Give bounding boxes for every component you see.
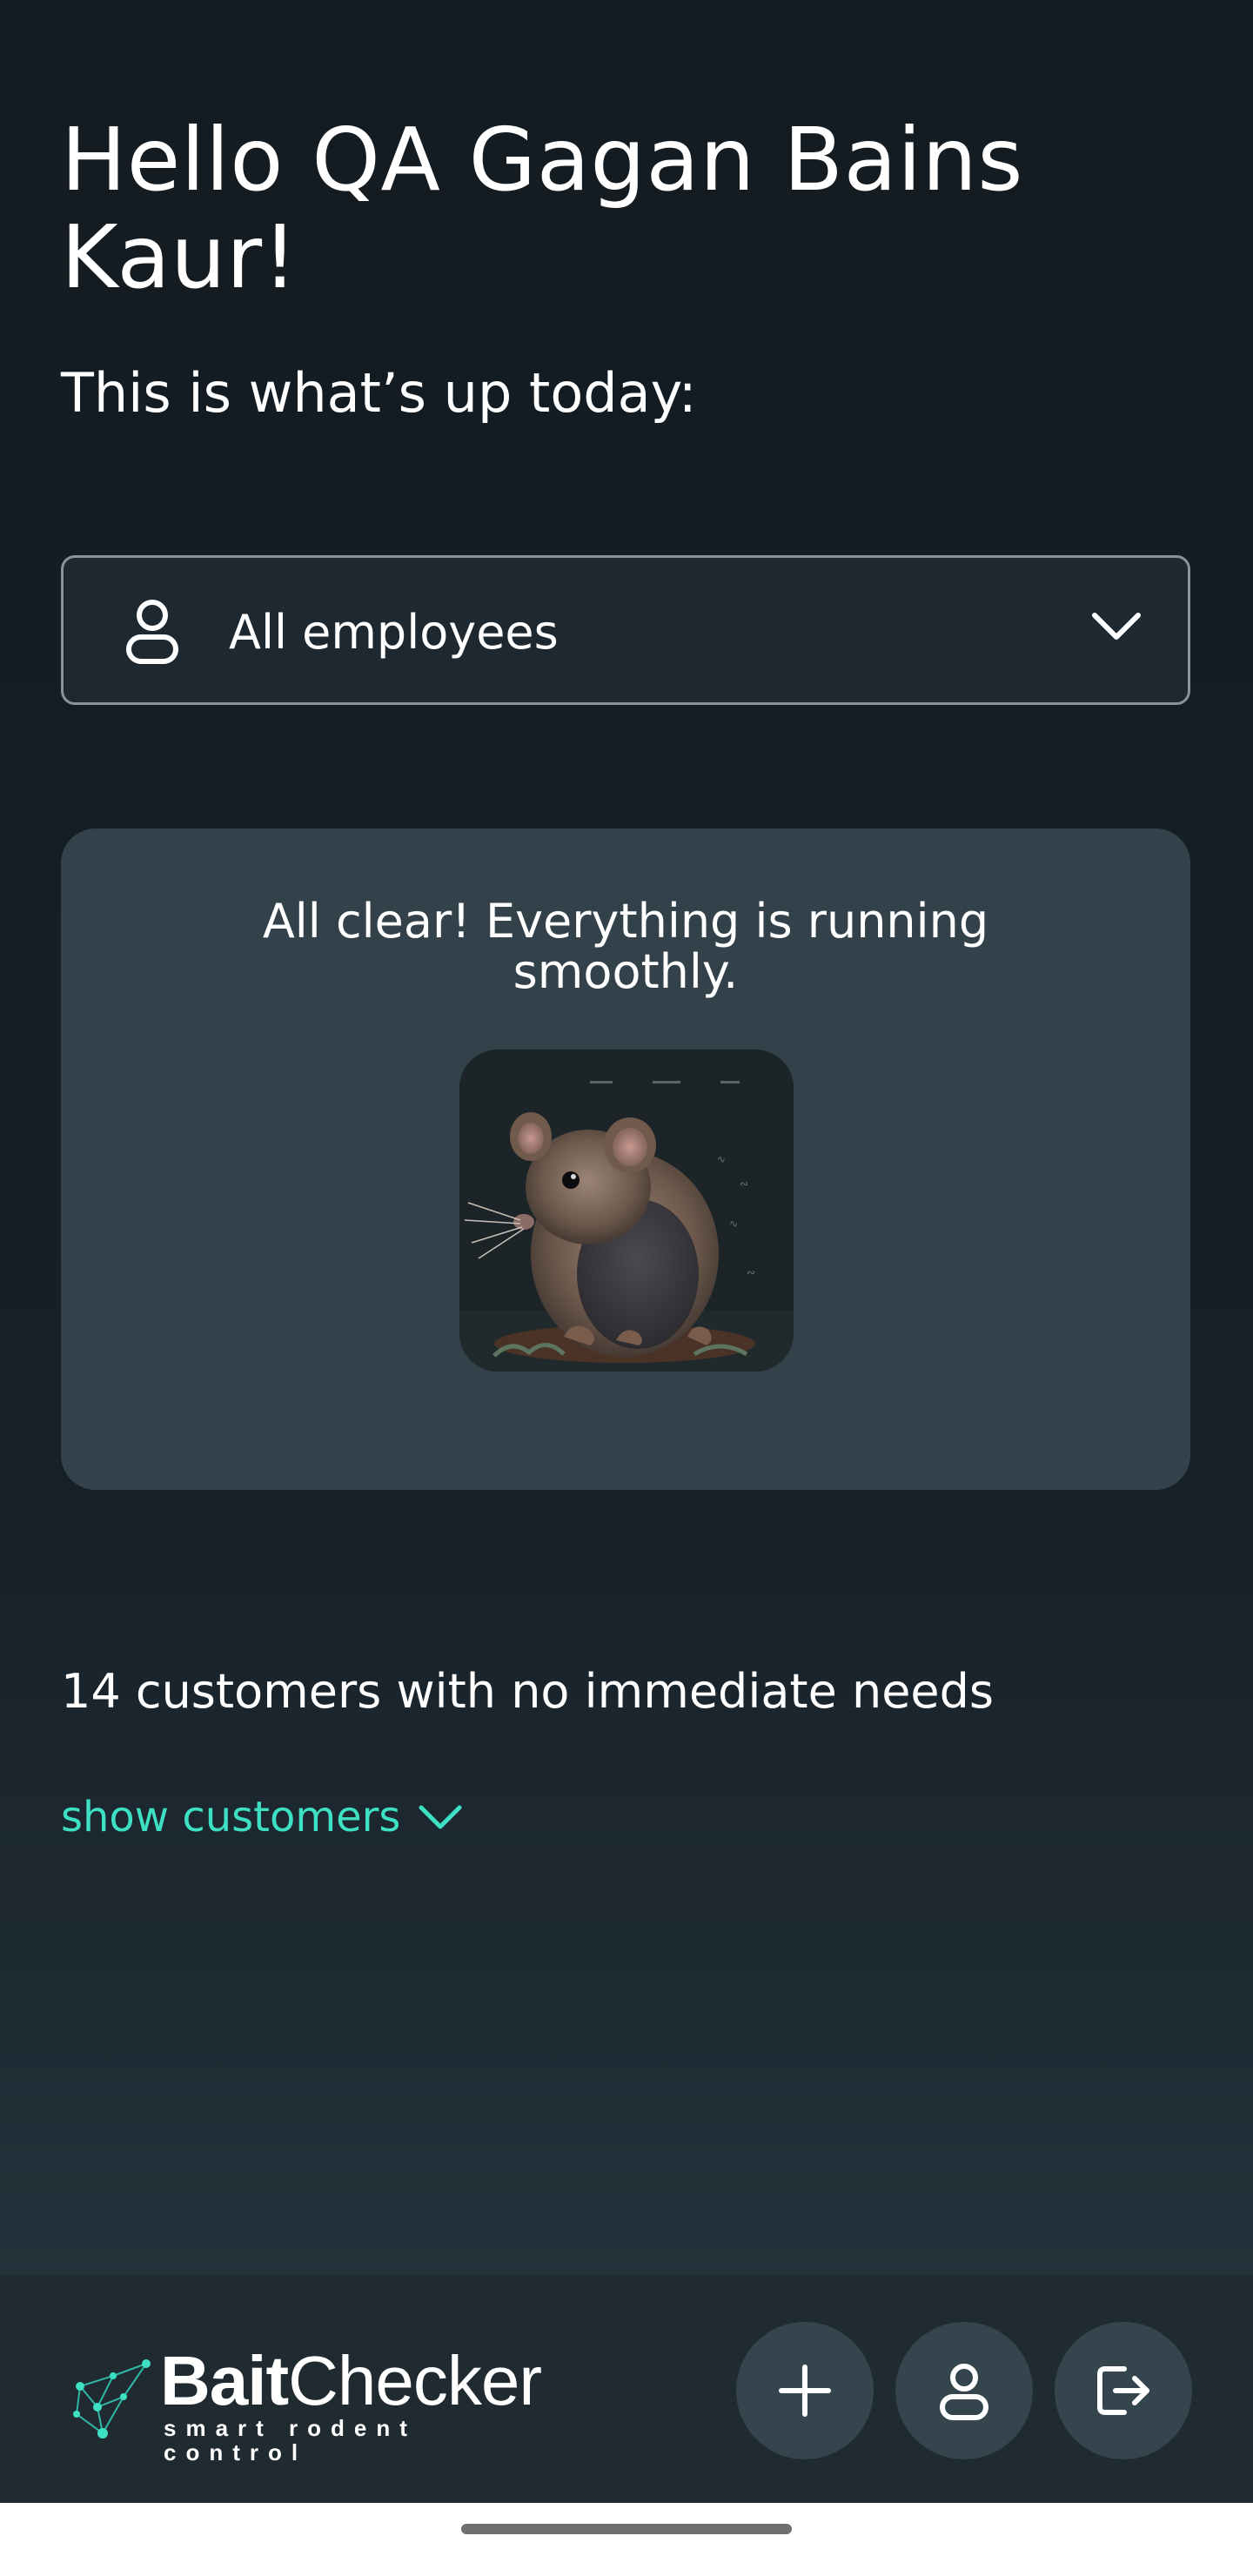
svg-text:∾: ∾	[740, 1177, 748, 1190]
person-icon	[126, 600, 178, 664]
logo-wordmark: BaitChecker	[160, 2342, 542, 2419]
person-icon	[940, 2364, 988, 2420]
greeting-title: Hello QA Gagan Bains Kaur!	[61, 109, 1023, 308]
logout-button[interactable]	[1055, 2322, 1192, 2459]
show-customers-toggle[interactable]: show customers	[61, 1791, 463, 1843]
logo-tagline: smart rodent control	[164, 2415, 417, 2465]
svg-text:∾: ∾	[747, 1266, 755, 1278]
chevron-down-icon	[419, 1805, 462, 1829]
status-card: All clear! Everything is running smoothl…	[61, 828, 1190, 1490]
rodent-illustration: ∿ ∾ ∿ ∾	[459, 1050, 794, 1372]
status-message: All clear! Everything is running smoothl…	[262, 894, 989, 999]
logout-icon	[1097, 2366, 1149, 2415]
baitchecker-logo: BaitChecker smart rodent control	[70, 2342, 574, 2465]
profile-button[interactable]	[895, 2322, 1033, 2459]
employee-filter-dropdown[interactable]: All employees	[61, 555, 1190, 705]
employee-filter-value: All employees	[229, 605, 559, 660]
network-logo-icon	[73, 2359, 151, 2438]
customers-summary: 14 customers with no immediate needs	[61, 1664, 995, 1719]
svg-text:∿: ∿	[717, 1153, 726, 1165]
system-navigation-area	[0, 2503, 1253, 2576]
greeting-subtitle: This is what’s up today:	[61, 361, 697, 425]
svg-text:∿: ∿	[729, 1218, 738, 1230]
chevron-down-icon	[1092, 613, 1141, 640]
show-customers-label: show customers	[61, 1793, 401, 1841]
plus-icon	[779, 2365, 831, 2417]
home-indicator[interactable]	[461, 2524, 792, 2534]
rodent-image-icon: ∿ ∾ ∿ ∾	[459, 1050, 794, 1372]
add-button[interactable]	[736, 2322, 874, 2459]
